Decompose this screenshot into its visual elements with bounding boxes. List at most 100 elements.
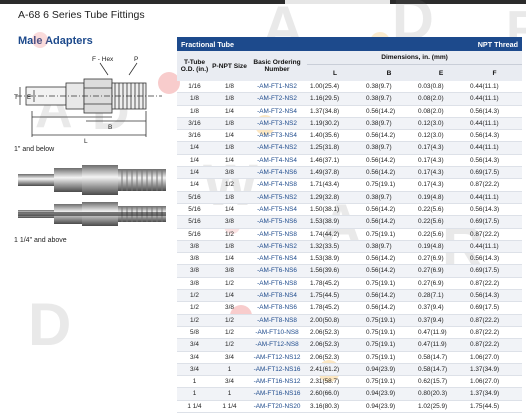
cell-f: 0.56(14.3): [467, 203, 523, 217]
table-row: 5/16 3/8 -AM-FT5-NS6 1.53(38.9) 0.56(14.2) 0.…: [177, 215, 523, 229]
cell-f: 0.44(11.1): [467, 81, 523, 94]
cell-l: 2.06(52.3): [307, 338, 364, 352]
cell-ordering-number[interactable]: -AM-FT10-NS8: [247, 326, 308, 340]
cell-ordering-number[interactable]: -AM-FT5-NS8: [247, 228, 308, 241]
cell-f: 1.06(27.0): [467, 375, 523, 389]
cell-l: 1.37(34.8): [307, 105, 364, 118]
cell-tube: 5/16: [177, 203, 212, 217]
top-bar: [0, 0, 526, 4]
cell-ordering-number[interactable]: -AM-FT5-NS4: [247, 203, 308, 217]
cell-tube: 1/2: [177, 314, 212, 327]
cell-l: 2.31(58.7): [307, 375, 364, 389]
table-row: 3/4 3/4 -AM-FT12-NS12 2.06(52.3) 0.75(19.1) 0…: [177, 351, 523, 364]
cell-f: 1.37(34.9): [467, 387, 523, 401]
cell-f: 0.87(22.2): [467, 314, 523, 327]
cell-f: 0.87(22.2): [467, 228, 523, 241]
cell-pnpt: 3/8: [212, 264, 247, 278]
cell-e: 0.62(15.7): [415, 375, 468, 389]
table-row: 1/4 1/2 -AM-FT4-NS8 1.71(43.4) 0.75(19.1) 0.1…: [177, 178, 523, 192]
cell-ordering-number[interactable]: -AM-FT6-NS6: [247, 264, 308, 278]
cell-ordering-number[interactable]: -AM-FT12-NS12: [247, 351, 308, 364]
cell-tube: 1/16: [177, 81, 212, 94]
cell-f: 0.44(11.1): [467, 117, 523, 131]
cell-l: 1.75(44.5): [307, 289, 364, 303]
cell-pnpt: 1/8: [212, 81, 247, 94]
band-right: NPT Thread: [307, 37, 523, 51]
cell-tube: 1/8: [177, 92, 212, 106]
cell-ordering-number[interactable]: -AM-FT16-NS12: [247, 375, 308, 389]
cell-ordering-number[interactable]: -AM-FT3-NS2: [247, 117, 308, 131]
cell-ordering-number[interactable]: -AM-FT6-NS4: [247, 252, 308, 266]
cell-f: 0.69(17.5): [467, 301, 523, 315]
cell-e: 0.58(14.7): [415, 363, 468, 377]
table-row: 3/16 1/4 -AM-FT3-NS4 1.40(35.6) 0.56(14.2) 0.…: [177, 129, 523, 143]
cell-pnpt: 1/4: [212, 154, 247, 168]
cell-l: 1.53(38.9): [307, 215, 364, 229]
cell-ordering-number[interactable]: -AM-FT20-NS20: [247, 400, 308, 413]
cell-l: 1.49(37.8): [307, 166, 364, 180]
cell-e: 1.02(25.9): [415, 400, 468, 413]
cell-b: 0.56(14.2): [363, 129, 416, 143]
cell-f: 0.44(11.1): [467, 141, 523, 155]
table-row: 1 1/4 1 1/4 -AM-FT20-NS20 3.16(80.3) 0.94(23…: [177, 400, 523, 413]
cell-e: 0.27(6.9): [415, 252, 468, 266]
table-row: 3/8 1/8 -AM-FT6-NS2 1.32(33.5) 0.38(9.7) 0.19…: [177, 240, 523, 254]
drawing-label-p: P: [134, 56, 138, 63]
cell-e: 0.47(11.9): [415, 338, 468, 352]
cell-f: 0.44(11.1): [467, 191, 523, 204]
cell-l: 1.29(32.8): [307, 191, 364, 204]
cell-e: 0.19(4.8): [415, 240, 468, 254]
cell-pnpt: 1 1/4: [212, 400, 247, 413]
cell-e: 0.08(2.0): [415, 105, 468, 118]
cell-ordering-number[interactable]: -AM-FT4-NS4: [247, 154, 308, 168]
cell-tube: 3/4: [177, 338, 212, 352]
cell-l: 1.32(33.5): [307, 240, 364, 254]
cell-ordering-number[interactable]: -AM-FT8-NS6: [247, 301, 308, 315]
cell-ordering-number[interactable]: -AM-FT12-NS8: [247, 338, 308, 352]
cell-b: 0.38(9.7): [363, 240, 416, 254]
cell-ordering-number[interactable]: -AM-FT2-NS4: [247, 105, 308, 118]
cell-pnpt: 1/2: [212, 314, 247, 327]
cell-ordering-number[interactable]: -AM-FT8-NS4: [247, 289, 308, 303]
cell-ordering-number[interactable]: -AM-FT4-NS8: [247, 178, 308, 192]
cell-ordering-number[interactable]: -AM-FT6-NS8: [247, 277, 308, 291]
cell-ordering-number[interactable]: -AM-FT6-NS2: [247, 240, 308, 254]
cell-tube: 3/16: [177, 129, 212, 143]
col-f: F: [467, 64, 523, 81]
cell-e: 0.37(9.4): [415, 314, 468, 327]
cell-l: 3.16(80.3): [307, 400, 364, 413]
cell-ordering-number[interactable]: -AM-FT3-NS4: [247, 129, 308, 143]
cell-ordering-number[interactable]: -AM-FT1-NS2: [247, 81, 308, 94]
cell-e: 0.80(20.3): [415, 387, 468, 401]
cell-pnpt: 1/2: [212, 228, 247, 241]
cell-ordering-number[interactable]: -AM-FT8-NS8: [247, 314, 308, 327]
table-row: 1/2 3/8 -AM-FT8-NS6 1.78(45.2) 0.56(14.2) 0.3…: [177, 301, 523, 315]
cell-ordering-number[interactable]: -AM-FT2-NS2: [247, 92, 308, 106]
cell-tube: 1: [177, 387, 212, 401]
cell-b: 0.75(19.1): [363, 338, 416, 352]
cell-b: 0.56(14.2): [363, 154, 416, 168]
cell-ordering-number[interactable]: -AM-FT16-NS16: [247, 387, 308, 401]
cell-b: 0.56(14.2): [363, 264, 416, 278]
cell-ordering-number[interactable]: -AM-FT5-NS2: [247, 191, 308, 204]
cell-pnpt: 1/8: [212, 117, 247, 131]
cell-ordering-number[interactable]: -AM-FT4-NS6: [247, 166, 308, 180]
cell-ordering-number[interactable]: -AM-FT5-NS6: [247, 215, 308, 229]
cell-f: 0.87(22.2): [467, 326, 523, 340]
table-row: 5/16 1/4 -AM-FT5-NS4 1.50(38.1) 0.56(14.2) 0.…: [177, 203, 523, 217]
cell-l: 1.25(31.8): [307, 141, 364, 155]
cell-ordering-number[interactable]: -AM-FT4-NS2: [247, 141, 308, 155]
col-pnpt: P-NPT Size: [212, 51, 247, 81]
cell-b: 0.94(23.9): [363, 387, 416, 401]
cell-b: 0.38(9.7): [363, 117, 416, 131]
cell-pnpt: 3/4: [212, 375, 247, 389]
cell-pnpt: 1/2: [212, 178, 247, 192]
drawing-label-t: T: [14, 94, 18, 101]
cell-f: 0.69(17.5): [467, 166, 523, 180]
cell-ordering-number[interactable]: -AM-FT12-NS16: [247, 363, 308, 377]
cell-f: 0.44(11.1): [467, 92, 523, 106]
cell-b: 0.56(14.2): [363, 105, 416, 118]
cell-f: 0.56(14.3): [467, 154, 523, 168]
cell-l: 1.40(35.6): [307, 129, 364, 143]
cell-e: 0.17(4.3): [415, 178, 468, 192]
